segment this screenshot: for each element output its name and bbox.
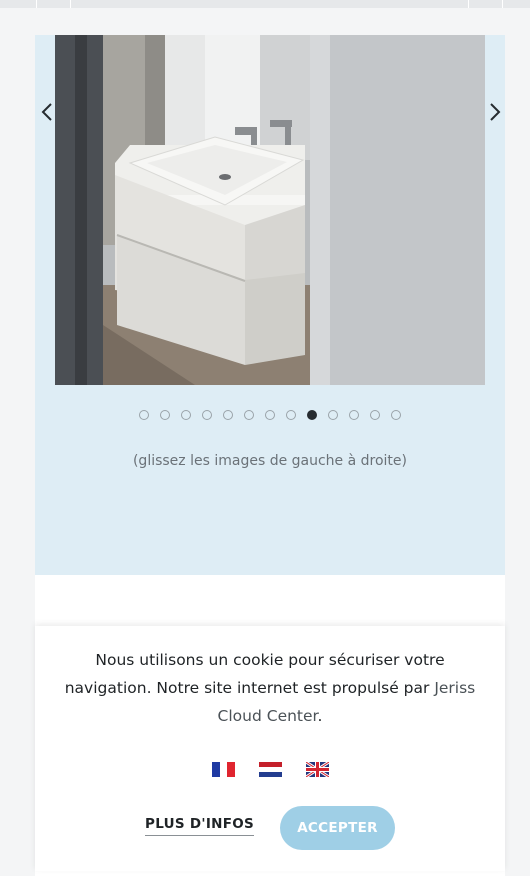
dutch-flag-icon[interactable]	[258, 762, 282, 777]
chevron-right-icon	[490, 103, 501, 121]
cookie-message-end: .	[317, 707, 323, 725]
slide-indicators	[35, 410, 505, 420]
next-slide-button[interactable]	[483, 97, 507, 127]
accept-button[interactable]: ACCEPTER	[280, 806, 395, 850]
language-selector	[35, 762, 505, 777]
chevron-left-icon	[41, 103, 52, 121]
slide-dot[interactable]	[349, 410, 359, 420]
slide-dot[interactable]	[160, 410, 170, 420]
slide-dot[interactable]	[307, 410, 317, 420]
slide-dot[interactable]	[244, 410, 254, 420]
uk-flag-icon[interactable]	[305, 762, 329, 777]
top-bar	[0, 0, 530, 8]
slide-dot[interactable]	[328, 410, 338, 420]
slide-dot[interactable]	[370, 410, 380, 420]
slide-dot[interactable]	[181, 410, 191, 420]
gallery-image[interactable]	[55, 35, 485, 385]
cookie-message-text: Nous utilisons un cookie pour sécuriser …	[64, 651, 445, 697]
cookie-message: Nous utilisons un cookie pour sécuriser …	[55, 646, 485, 730]
slide-dot[interactable]	[139, 410, 149, 420]
cookie-banner: Nous utilisons un cookie pour sécuriser …	[35, 626, 505, 871]
french-flag-icon[interactable]	[211, 762, 235, 777]
swipe-hint: (glissez les images de gauche à droite)	[132, 453, 408, 469]
slide-dot[interactable]	[265, 410, 275, 420]
slide-dot[interactable]	[391, 410, 401, 420]
slide-dot[interactable]	[202, 410, 212, 420]
gallery-section: (glissez les images de gauche à droite)	[35, 35, 505, 575]
slide-dot[interactable]	[286, 410, 296, 420]
more-info-button[interactable]: PLUS D'INFOS	[145, 816, 255, 836]
slide-dot[interactable]	[223, 410, 233, 420]
previous-slide-button[interactable]	[35, 97, 59, 127]
